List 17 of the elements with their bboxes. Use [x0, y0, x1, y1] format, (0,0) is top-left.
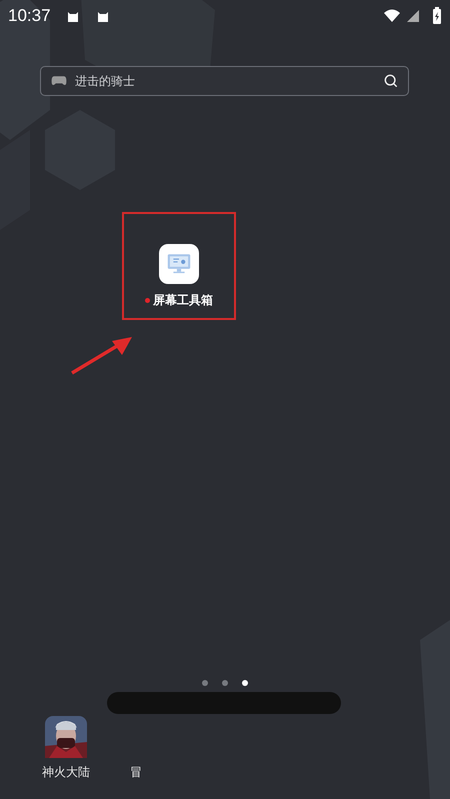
app-shortcut[interactable]: 屏幕工具箱 [122, 212, 236, 320]
gamepad-icon [51, 75, 67, 87]
app-label: 冒 [130, 764, 142, 781]
wifi-icon [384, 8, 400, 24]
clock: 10:37 [8, 6, 51, 26]
page-indicator-dot[interactable] [242, 680, 248, 686]
page-indicator-dot[interactable] [222, 680, 228, 686]
app-label: 神火大陆 [42, 764, 90, 781]
app-label: 屏幕工具箱 [153, 292, 213, 309]
search-field[interactable]: 进击的骑士 [40, 66, 409, 96]
page-indicator-dot[interactable] [202, 680, 208, 686]
signal-icon [406, 8, 422, 24]
arrow-icon [70, 335, 134, 375]
search-icon[interactable] [384, 74, 398, 88]
search-placeholder: 进击的骑士 [75, 72, 136, 90]
battery-icon [432, 7, 442, 25]
monitor-icon [159, 244, 199, 284]
